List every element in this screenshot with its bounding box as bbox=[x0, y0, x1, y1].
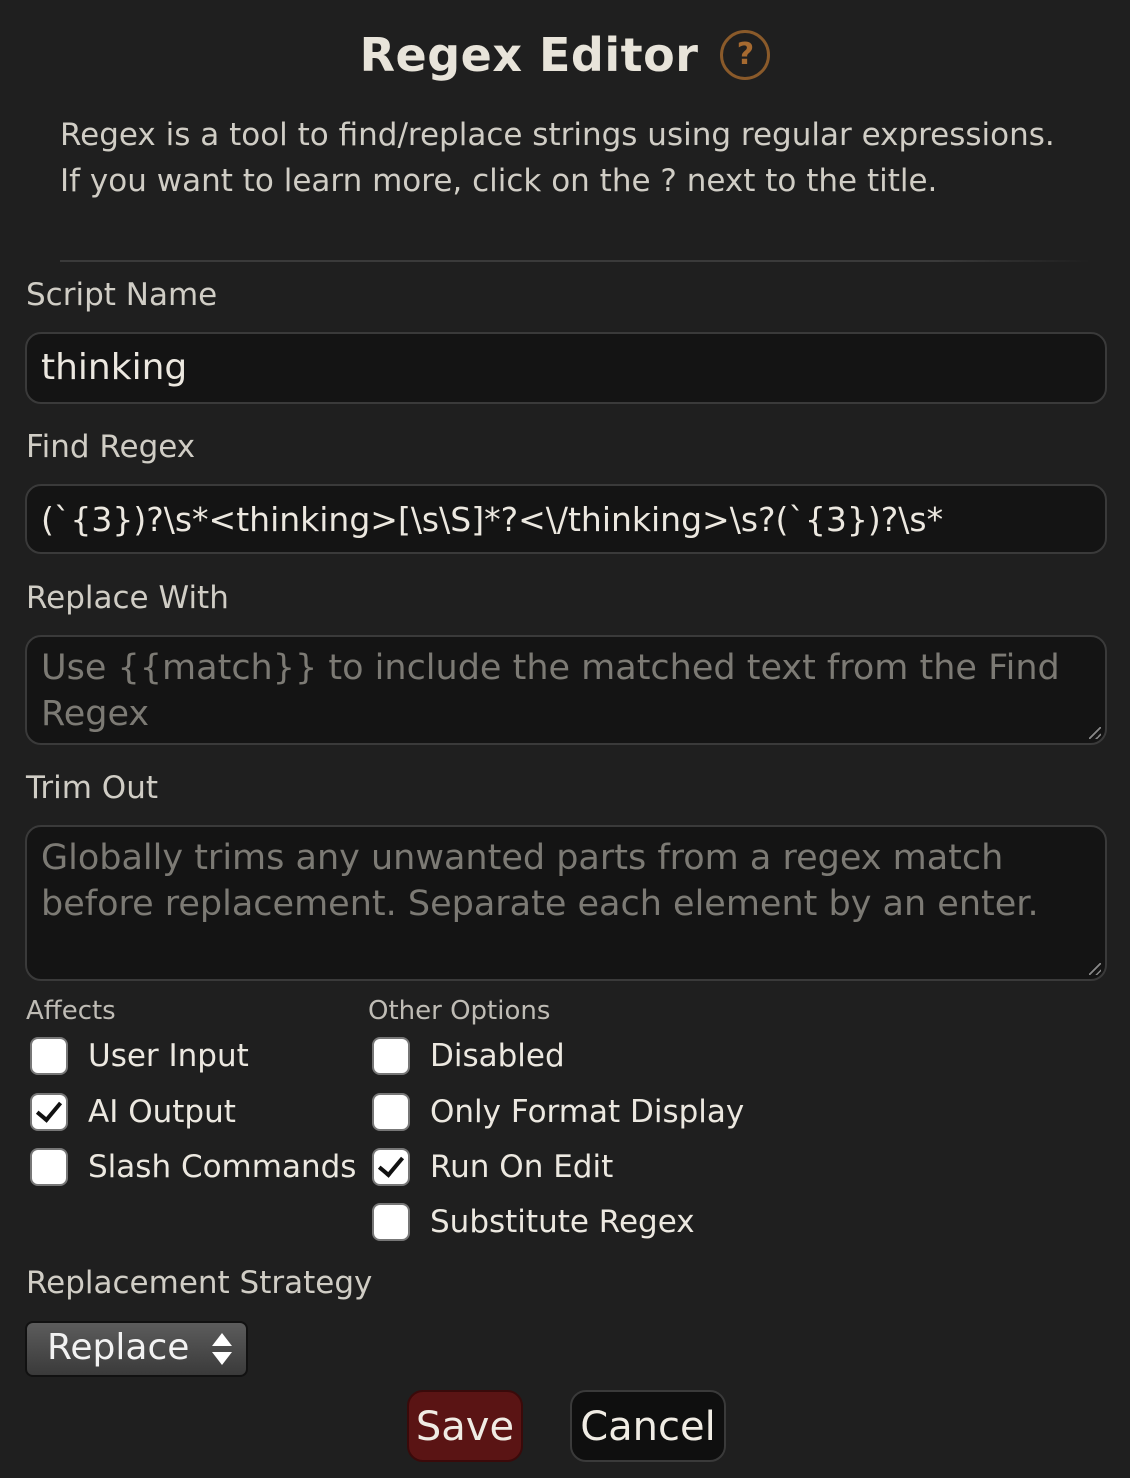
checkbox-label: Run On Edit bbox=[430, 1149, 614, 1185]
replacement-strategy-select[interactable]: Replace bbox=[25, 1321, 248, 1377]
checkbox-icon[interactable] bbox=[372, 1203, 410, 1241]
resize-grip-icon[interactable] bbox=[1089, 963, 1101, 975]
find-regex-input[interactable]: (`{3})?\s*<thinking>[\s\S]*?<\/thinking>… bbox=[25, 484, 1107, 554]
select-value: Replace bbox=[47, 1327, 190, 1368]
checkbox-label: Disabled bbox=[430, 1038, 565, 1074]
checkbox-substitute-regex[interactable]: Substitute Regex bbox=[372, 1200, 695, 1244]
checkbox-ai-output[interactable]: AI Output bbox=[30, 1090, 236, 1134]
trim-out-textarea[interactable]: Globally trims any unwanted parts from a… bbox=[25, 825, 1107, 981]
checkbox-slash-commands[interactable]: Slash Commands bbox=[30, 1145, 356, 1189]
checkbox-label: Only Format Display bbox=[430, 1094, 745, 1130]
find-regex-label: Find Regex bbox=[26, 429, 196, 465]
checkbox-label: User Input bbox=[88, 1038, 249, 1074]
checkbox-label: AI Output bbox=[88, 1094, 236, 1130]
replace-with-label: Replace With bbox=[26, 580, 229, 616]
cancel-button[interactable]: Cancel bbox=[570, 1390, 726, 1462]
resize-grip-icon[interactable] bbox=[1089, 727, 1101, 739]
save-button[interactable]: Save bbox=[407, 1390, 523, 1462]
trim-out-placeholder: Globally trims any unwanted parts from a… bbox=[41, 838, 1039, 924]
checkbox-checked-icon[interactable] bbox=[372, 1148, 410, 1186]
replacement-strategy-label: Replacement Strategy bbox=[26, 1265, 373, 1301]
help-icon[interactable]: ? bbox=[720, 30, 771, 80]
script-name-label: Script Name bbox=[26, 277, 218, 313]
checkbox-checked-icon[interactable] bbox=[30, 1093, 68, 1131]
script-name-input[interactable]: thinking bbox=[25, 332, 1107, 404]
checkbox-icon[interactable] bbox=[372, 1037, 410, 1075]
checkbox-icon[interactable] bbox=[372, 1093, 410, 1131]
checkbox-run-on-edit[interactable]: Run On Edit bbox=[372, 1145, 613, 1189]
header: Regex Editor? bbox=[0, 28, 1130, 82]
select-arrows-icon bbox=[212, 1331, 232, 1367]
checkbox-label: Substitute Regex bbox=[430, 1204, 695, 1240]
divider bbox=[60, 260, 1090, 262]
affects-heading: Affects bbox=[26, 996, 116, 1026]
other-options-heading: Other Options bbox=[368, 996, 551, 1026]
checkbox-icon[interactable] bbox=[30, 1037, 68, 1075]
replace-with-textarea[interactable]: Use {{match}} to include the matched tex… bbox=[25, 635, 1107, 745]
trim-out-label: Trim Out bbox=[26, 770, 158, 806]
checkbox-icon[interactable] bbox=[30, 1148, 68, 1186]
checkbox-only-format-display[interactable]: Only Format Display bbox=[372, 1090, 744, 1134]
checkbox-label: Slash Commands bbox=[88, 1149, 357, 1185]
replace-with-placeholder: Use {{match}} to include the matched tex… bbox=[41, 648, 1060, 734]
checkbox-user-input[interactable]: User Input bbox=[30, 1034, 249, 1078]
page-title: Regex Editor bbox=[359, 28, 699, 82]
intro-description: Regex is a tool to find/replace strings … bbox=[60, 117, 1055, 199]
checkbox-disabled[interactable]: Disabled bbox=[372, 1034, 565, 1078]
